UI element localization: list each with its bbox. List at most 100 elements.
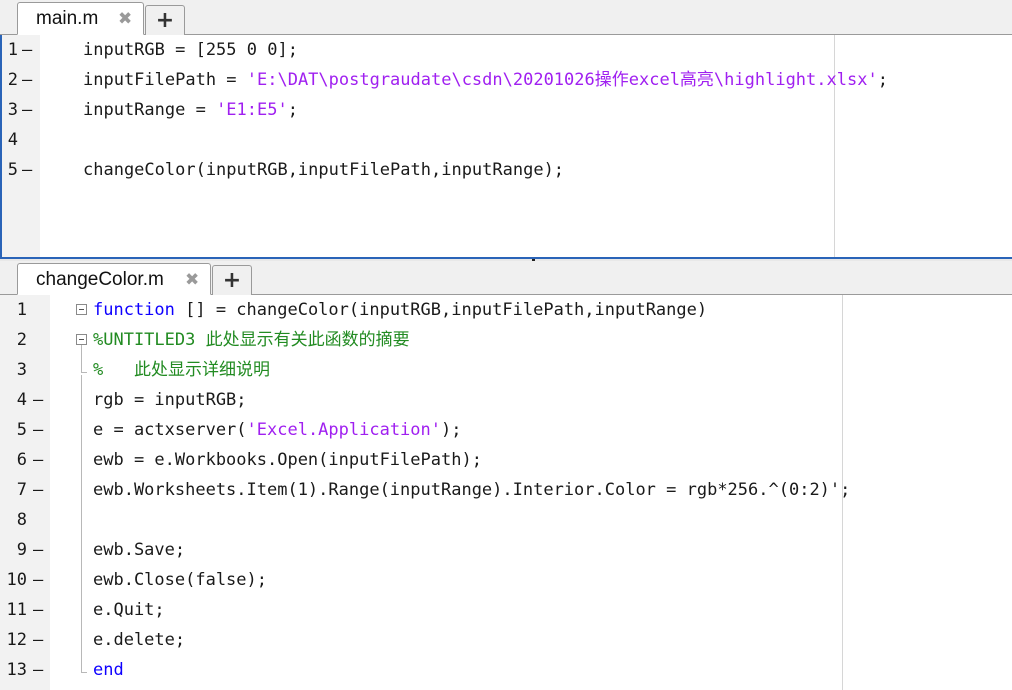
breakpoint-marker[interactable]: — bbox=[33, 625, 43, 655]
code-text[interactable]: ewb.Close(false); bbox=[93, 565, 267, 595]
tab-label: changeColor.m bbox=[36, 269, 164, 290]
breakpoint-marker[interactable]: — bbox=[33, 565, 43, 595]
code-line[interactable]: 13 — end bbox=[0, 655, 1012, 685]
code-line[interactable]: 1— inputRGB = [255 0 0]; bbox=[2, 35, 1012, 65]
code-text[interactable]: inputRGB = [255 0 0]; bbox=[83, 35, 298, 65]
code-line[interactable]: 3 % 此处显示详细说明 bbox=[0, 355, 1012, 385]
code-text[interactable]: % 此处显示详细说明 bbox=[93, 355, 270, 385]
code-token: ; bbox=[877, 70, 888, 90]
line-number: 11 bbox=[6, 600, 27, 620]
code-token: e = actxserver( bbox=[93, 420, 247, 440]
code-text[interactable]: rgb = inputRGB; bbox=[93, 385, 247, 415]
tab-label: main.m bbox=[36, 8, 99, 29]
code-token: ; bbox=[287, 100, 298, 120]
code-text[interactable]: changeColor(inputRGB,inputFilePath,input… bbox=[83, 155, 564, 185]
breakpoint-marker[interactable]: — bbox=[33, 655, 43, 685]
code-token: e.Quit; bbox=[93, 600, 165, 620]
tab-changecolor-m[interactable]: changeColor.m ✖ bbox=[17, 263, 211, 295]
code-token: inputRGB = [255 0 0]; bbox=[83, 40, 298, 60]
code-line[interactable]: 12 — e.delete; bbox=[0, 625, 1012, 655]
changecolor-tab-bar: changeColor.m ✖ + bbox=[0, 261, 1012, 295]
code-line[interactable]: 5 — e = actxserver('Excel.Application'); bbox=[0, 415, 1012, 445]
code-line[interactable]: 10 — ewb.Close(false); bbox=[0, 565, 1012, 595]
code-line[interactable]: 2— inputFilePath = 'E:\DAT\postgraudate\c… bbox=[2, 65, 1012, 95]
code-token: 'E1:E5' bbox=[216, 100, 288, 120]
code-line[interactable]: 8 bbox=[0, 505, 1012, 535]
code-text[interactable]: %UNTITLED3 此处显示有关此函数的摘要 bbox=[93, 325, 410, 355]
line-number: 4 bbox=[16, 390, 27, 410]
code-token: changeColor(inputRGB,inputFilePath,input… bbox=[83, 160, 565, 180]
code-line[interactable]: 7 — ewb.Worksheets.Item(1).Range(inputRang… bbox=[0, 475, 1012, 505]
plus-icon: + bbox=[222, 268, 242, 293]
changecolor-code-editor[interactable]: 1 function [] = changeColor(inputRGB,inpu… bbox=[0, 295, 1012, 690]
code-token: e.delete; bbox=[93, 630, 186, 650]
close-icon[interactable]: ✖ bbox=[185, 270, 199, 290]
breakpoint-marker[interactable]: — bbox=[33, 595, 43, 625]
main-tab-bar: main.m ✖ + bbox=[0, 0, 1012, 35]
tab-main-m[interactable]: main.m ✖ bbox=[17, 2, 144, 35]
code-token: inputRange = bbox=[83, 100, 217, 120]
line-number: 2 bbox=[16, 330, 27, 350]
add-tab-button[interactable]: + bbox=[145, 5, 185, 35]
close-icon[interactable]: ✖ bbox=[118, 9, 132, 29]
line-number: 4 bbox=[7, 130, 18, 150]
code-line[interactable]: 9 — ewb.Save; bbox=[0, 535, 1012, 565]
breakpoint-marker[interactable]: — bbox=[33, 535, 43, 565]
plus-icon: + bbox=[155, 8, 175, 33]
add-tab-button[interactable]: + bbox=[212, 265, 252, 295]
breakpoint-marker[interactable]: — bbox=[22, 155, 32, 185]
code-token: inputFilePath = bbox=[83, 70, 247, 90]
code-text[interactable]: e.Quit; bbox=[93, 595, 165, 625]
code-token: 'Excel.Application' bbox=[246, 420, 441, 440]
code-token: % 此处显示详细说明 bbox=[93, 360, 270, 380]
code-line[interactable]: 11 — e.Quit; bbox=[0, 595, 1012, 625]
breakpoint-marker[interactable]: — bbox=[22, 65, 32, 95]
code-token: ewb.Close(false); bbox=[93, 570, 267, 590]
breakpoint-marker[interactable]: — bbox=[33, 415, 43, 445]
changecolor-editor-pane: changeColor.m ✖ + 1 function [] = changeC… bbox=[0, 261, 1012, 690]
code-token: %UNTITLED3 此处显示有关此函数的摘要 bbox=[93, 330, 410, 350]
breakpoint-marker[interactable]: — bbox=[33, 445, 43, 475]
line-number: 1 bbox=[7, 40, 18, 60]
code-line[interactable]: 2 %UNTITLED3 此处显示有关此函数的摘要 bbox=[0, 325, 1012, 355]
breakpoint-marker[interactable]: — bbox=[33, 475, 43, 505]
main-code-editor[interactable]: 1— inputRGB = [255 0 0]; 2— inputFilePath =… bbox=[0, 35, 1012, 259]
line-number: 2 bbox=[7, 70, 18, 90]
line-number: 3 bbox=[16, 360, 27, 380]
code-token: ewb.Worksheets.Item(1).Range(inputRange)… bbox=[93, 480, 851, 500]
breakpoint-marker[interactable]: — bbox=[22, 95, 32, 125]
code-text[interactable]: inputRange = 'E1:E5'; bbox=[83, 95, 298, 125]
code-text[interactable]: e.delete; bbox=[93, 625, 185, 655]
main-editor-pane: main.m ✖ + 1— inputRGB = [255 0 0]; 2— inpu… bbox=[0, 0, 1012, 259]
code-token: [] = changeColor(inputRGB,inputFilePath,… bbox=[174, 300, 708, 320]
line-number: 3 bbox=[7, 100, 18, 120]
code-text[interactable]: ewb.Worksheets.Item(1).Range(inputRange)… bbox=[93, 475, 850, 505]
breakpoint-marker[interactable]: — bbox=[22, 35, 32, 65]
line-number: 12 bbox=[6, 630, 27, 650]
code-line[interactable]: 6 — ewb = e.Workbooks.Open(inputFilePath); bbox=[0, 445, 1012, 475]
code-line[interactable]: 5— changeColor(inputRGB,inputFilePath,inp… bbox=[2, 155, 1012, 185]
code-token: 'E:\DAT\postgraudate\csdn\20201026操作exce… bbox=[246, 70, 878, 90]
code-text[interactable]: inputFilePath = 'E:\DAT\postgraudate\csd… bbox=[83, 65, 888, 95]
code-text[interactable]: ewb = e.Workbooks.Open(inputFilePath); bbox=[93, 445, 482, 475]
line-number: 10 bbox=[6, 570, 27, 590]
code-text[interactable]: end bbox=[93, 655, 124, 685]
code-line[interactable]: 1 function [] = changeColor(inputRGB,inpu… bbox=[0, 295, 1012, 325]
code-text[interactable]: ewb.Save; bbox=[93, 535, 185, 565]
line-number: 5 bbox=[7, 160, 18, 180]
line-number: 9 bbox=[16, 540, 27, 560]
code-token: ewb = e.Workbooks.Open(inputFilePath); bbox=[93, 450, 482, 470]
line-number: 6 bbox=[16, 450, 27, 470]
code-line[interactable]: 4 bbox=[2, 125, 1012, 155]
code-text[interactable]: function [] = changeColor(inputRGB,input… bbox=[93, 295, 707, 325]
line-number: 1 bbox=[16, 300, 27, 320]
line-number: 7 bbox=[16, 480, 27, 500]
code-token: rgb = inputRGB; bbox=[93, 390, 247, 410]
code-text[interactable]: e = actxserver('Excel.Application'); bbox=[93, 415, 461, 445]
line-number: 5 bbox=[16, 420, 27, 440]
breakpoint-marker[interactable]: — bbox=[33, 385, 43, 415]
code-line[interactable]: 4 — rgb = inputRGB; bbox=[0, 385, 1012, 415]
code-line[interactable]: 3— inputRange = 'E1:E5'; bbox=[2, 95, 1012, 125]
code-token: function bbox=[93, 300, 175, 320]
code-token: end bbox=[93, 660, 124, 680]
